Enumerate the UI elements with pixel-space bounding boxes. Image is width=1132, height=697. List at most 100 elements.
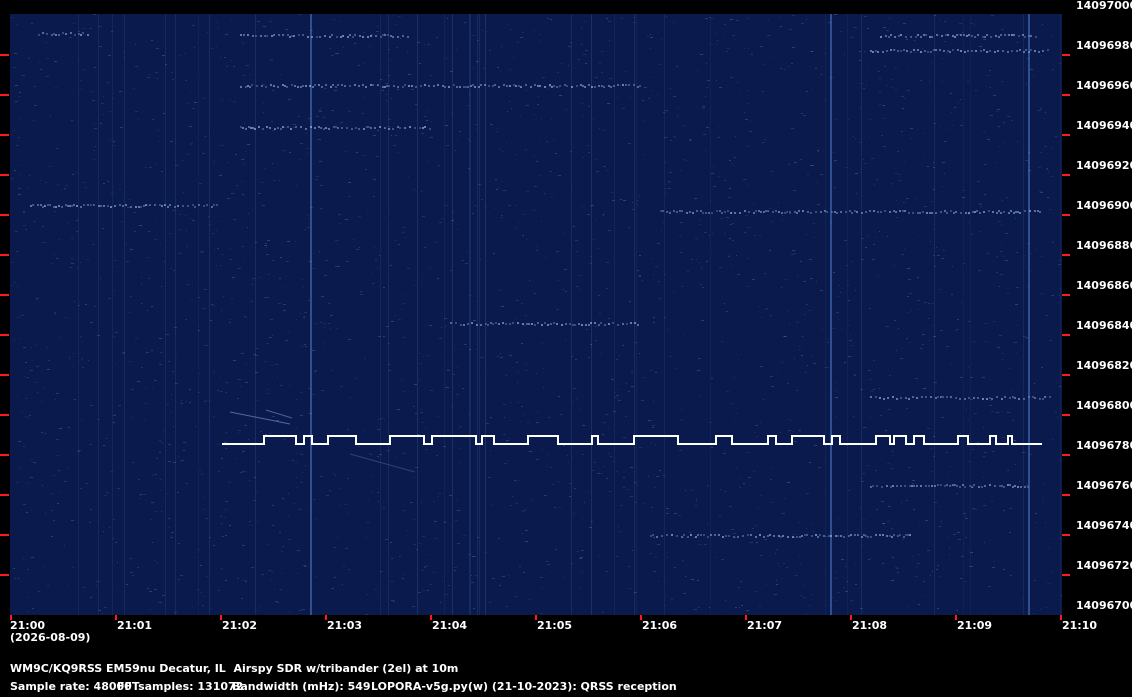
noise-speckle [244,123,245,124]
noise-speckle [931,571,933,572]
noise-speckle [863,427,866,428]
noise-speckle [845,566,846,567]
noise-speckle [563,445,565,446]
noise-speckle [595,77,598,78]
noise-speckle [584,21,585,22]
noise-speckle [296,319,297,320]
noise-speckle [723,453,726,454]
noise-speckle [177,492,179,493]
signal-band-dot [898,35,900,37]
signal-band-dot [40,204,42,206]
noise-speckle [952,266,953,267]
noise-speckle [129,199,131,200]
noise-speckle [397,89,399,90]
noise-speckle [353,239,354,240]
noise-speckle [1050,176,1053,177]
noise-speckle [721,341,724,342]
noise-speckle [536,422,539,423]
frequency-tick [0,414,9,416]
signal-band-dot [321,86,323,88]
signal-band-dot [920,36,922,38]
noise-speckle [242,246,244,247]
noise-speckle [1024,261,1025,262]
signal-band-dot [465,86,467,88]
noise-speckle [887,236,888,237]
signal-band-dot [502,322,504,324]
signal-band-dot [900,50,902,52]
signal-band-dot [362,84,364,86]
noise-speckle [248,439,249,440]
noise-speckle [816,281,817,282]
signal-band-dot [953,212,955,214]
noise-speckle [519,421,522,422]
signal-band-dot [349,85,351,87]
signal-band-dot [903,49,905,51]
noise-speckle [344,504,347,505]
noise-speckle [202,153,205,154]
noise-speckle [56,439,59,440]
noise-speckle [274,588,275,589]
noise-speckle [308,300,310,301]
signal-band-dot [765,210,767,212]
signal-band-dot [927,51,929,53]
noise-speckle [784,69,785,70]
signal-band-dot [905,36,907,38]
noise-speckle [993,561,995,562]
noise-speckle [22,412,23,413]
signal-band-dot [955,211,957,213]
noise-speckle [246,471,247,472]
noise-speckle [859,51,861,52]
noise-speckle [924,206,927,207]
noise-speckle [482,30,483,31]
noise-speckle [450,270,452,271]
signal-band-dot [80,34,82,36]
signal-band-dot [260,35,262,37]
noise-speckle [483,68,485,69]
noise-speckle [319,529,320,530]
noise-speckle [835,600,836,601]
noise-speckle [385,217,386,218]
noise-speckle [764,539,767,540]
signal-band-dot [65,204,67,206]
signal-band-dot [931,485,933,487]
signal-band-dot [266,126,268,128]
noise-speckle [180,461,181,462]
noise-speckle [141,283,142,284]
noise-speckle [285,286,286,287]
noise-speckle [800,563,801,564]
noise-speckle [579,558,582,559]
noise-speckle [679,236,682,237]
noise-speckle [923,388,926,389]
noise-speckle [215,529,217,530]
noise-speckle [906,408,908,409]
signal-band-dot [534,324,536,326]
noise-speckle [534,114,535,115]
noise-speckle [865,247,867,248]
signal-band-dot [999,485,1001,487]
signal-band-dot [354,34,356,36]
signal-band-dot [1049,396,1051,398]
noise-speckle [606,478,608,479]
noise-speckle [242,545,245,546]
signal-band-dot [571,86,573,88]
signal-band-dot [982,36,984,38]
noise-speckle [507,461,508,462]
noise-speckle [199,73,200,74]
noise-speckle [765,584,767,585]
noise-speckle [103,445,105,446]
noise-speckle [250,525,253,526]
noise-speckle [908,607,909,608]
noise-speckle [241,181,244,182]
signal-band-dot [892,396,894,398]
signal-band-dot [893,210,895,212]
signal-band-dot [358,128,360,130]
signal-band-dot [311,36,313,38]
noise-speckle [332,370,333,371]
noise-speckle [225,392,227,393]
noise-speckle [616,556,618,557]
noise-speckle [674,132,675,133]
noise-speckle [216,265,217,266]
noise-speckle [247,227,248,228]
noise-speckle [314,371,316,372]
signal-band-dot [950,396,952,398]
